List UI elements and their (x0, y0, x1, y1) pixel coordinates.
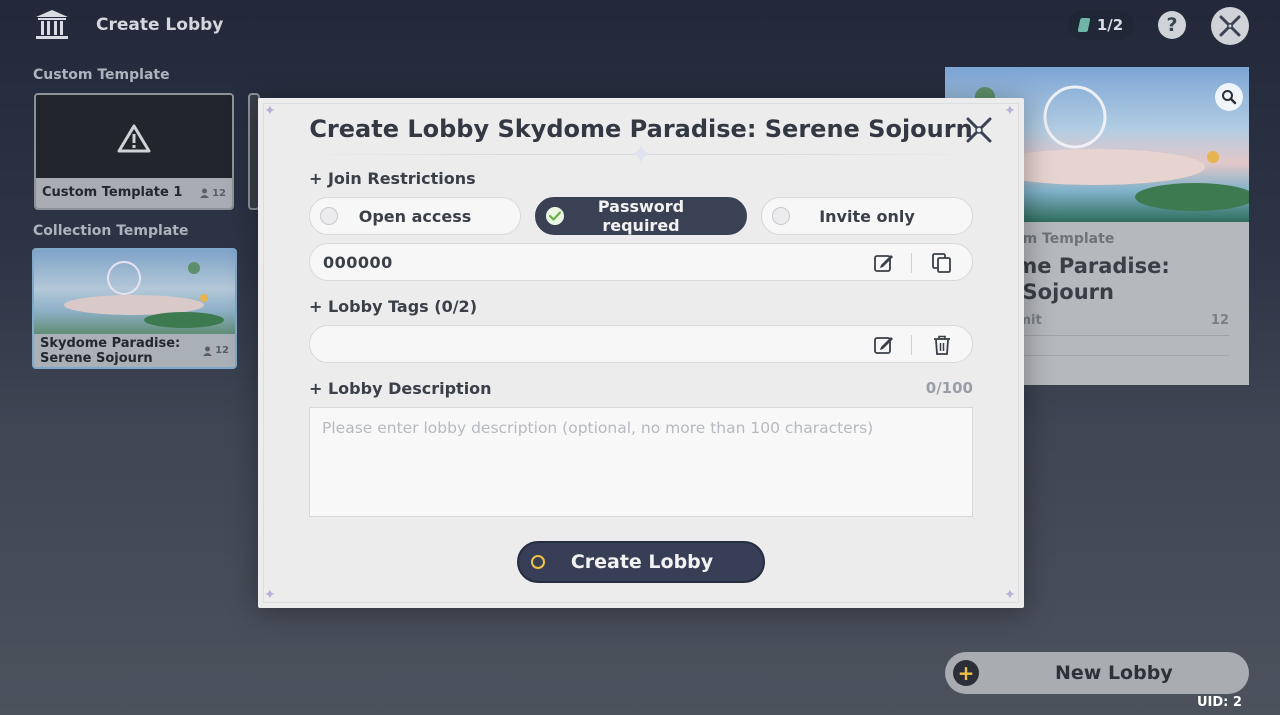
close-icon (1219, 15, 1241, 37)
custom-template-card[interactable]: Custom Template 1 12 (34, 93, 234, 210)
close-button[interactable] (1211, 7, 1249, 45)
card-footer: Skydome Paradise: Serene Sojourn 12 (34, 334, 235, 367)
person-icon (203, 346, 213, 356)
edit-icon[interactable] (873, 252, 895, 274)
checkmark-icon (546, 207, 564, 225)
lobby-hall-icon (36, 10, 68, 39)
divider (911, 253, 912, 273)
option-password-required[interactable]: Password required (535, 197, 747, 235)
lobby-tags-label: + Lobby Tags (0/2) (309, 297, 477, 316)
page-title: Create Lobby (96, 15, 224, 35)
corner-star-icon: ✦ (1004, 587, 1016, 603)
radio-icon (320, 207, 338, 225)
card-footer: Custom Template 1 12 (36, 178, 232, 208)
uid-label: UID: 2 (1197, 695, 1242, 710)
template-thumbnail (34, 250, 235, 336)
magnifier-icon (1222, 90, 1237, 105)
description-char-count: 0/100 (925, 379, 973, 397)
join-restrictions-label: + Join Restrictions (309, 169, 476, 188)
create-lobby-button[interactable]: Create Lobby (517, 541, 765, 583)
player-count: 12 (200, 185, 226, 201)
option-invite-only[interactable]: Invite only (761, 197, 973, 235)
template-name: Custom Template 1 (42, 185, 183, 200)
description-placeholder: Please enter lobby description (optional… (322, 419, 874, 437)
password-field[interactable]: 000000 (309, 243, 973, 281)
template-thumbnail (36, 95, 232, 180)
new-lobby-button[interactable]: + New Lobby (945, 652, 1249, 694)
player-count: 12 (203, 336, 229, 365)
copy-icon[interactable] (931, 252, 953, 274)
edit-icon[interactable] (873, 334, 895, 356)
collection-template-card[interactable]: Skydome Paradise: Serene Sojourn 12 (32, 248, 237, 369)
create-lobby-dialog: ✦ ✦ ✦ ✦ Create Lobby Skydome Paradise: S… (258, 98, 1024, 608)
preview-title: ome Paradise: e Sojourn (1001, 254, 1170, 304)
trash-icon[interactable] (931, 334, 953, 356)
warning-icon (117, 124, 151, 152)
new-lobby-label: New Lobby (1055, 662, 1173, 684)
ring-icon (531, 555, 545, 569)
collection-template-heading: Collection Template (33, 223, 189, 239)
gem-icon (1077, 18, 1091, 32)
help-button[interactable]: ? (1158, 11, 1186, 39)
create-lobby-label: Create Lobby (570, 551, 714, 573)
option-open-access[interactable]: Open access (309, 197, 521, 235)
custom-template-heading: Custom Template (33, 67, 170, 83)
lobby-tags-field[interactable] (309, 325, 973, 363)
lobby-description-input[interactable]: Please enter lobby description (optional… (309, 407, 973, 517)
preview-subtitle: om Template (1013, 231, 1115, 247)
lobby-description-label: + Lobby Description (309, 379, 492, 398)
template-name: Skydome Paradise: Serene Sojourn (40, 336, 181, 366)
lobby-count: 1/2 (1096, 16, 1124, 34)
plus-icon: + (953, 660, 979, 686)
radio-icon (772, 207, 790, 225)
corner-star-icon: ✦ (264, 587, 276, 603)
top-bar: Create Lobby 1/2 ? (0, 0, 1280, 56)
person-icon (200, 188, 210, 198)
limit-value: 12 (1210, 313, 1229, 328)
skydome-scene-image (64, 261, 224, 328)
divider (911, 335, 912, 355)
lobby-count-badge: 1/2 (1068, 10, 1134, 40)
password-value: 000000 (323, 253, 393, 272)
zoom-button[interactable] (1215, 83, 1243, 111)
sparkle-icon: ✦ (629, 138, 653, 171)
close-icon[interactable] (964, 115, 994, 145)
